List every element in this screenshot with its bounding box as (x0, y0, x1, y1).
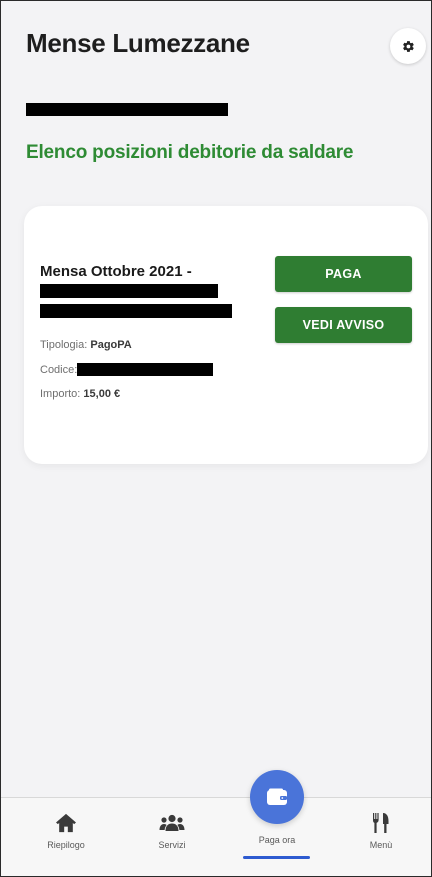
pay-now-fab[interactable] (250, 770, 304, 824)
redacted-user-name (26, 103, 228, 116)
bottom-navigation: Riepilogo Servizi Menù (0, 797, 432, 877)
view-notice-button[interactable]: VEDI AVVISO (275, 307, 412, 343)
payment-amount-label: Importo: (40, 388, 81, 400)
nav-item-riepilogo[interactable]: Riepilogo (12, 798, 120, 877)
payment-card: Mensa Ottobre 2021 - Tipologia: PagoPA C… (24, 206, 428, 464)
app-title: Mense Lumezzane (26, 28, 250, 58)
redacted-student-id (40, 304, 232, 318)
nav-label-paga-ora[interactable]: Paga ora (227, 835, 327, 845)
section-title: Elenco posizioni debitorie da saldare (26, 142, 354, 163)
home-icon (56, 813, 76, 833)
active-tab-indicator (243, 856, 310, 859)
payment-amount-value: 15,00 € (83, 388, 121, 400)
nav-item-servizi[interactable]: Servizi (118, 798, 226, 877)
payment-code: Codice: (40, 364, 77, 376)
payment-title: Mensa Ottobre 2021 - (40, 263, 192, 280)
users-icon (159, 814, 185, 831)
gear-icon (402, 40, 414, 52)
pay-button[interactable]: PAGA (275, 256, 412, 292)
payment-amount: Importo: 15,00 € (40, 388, 120, 400)
redacted-student-name (40, 284, 218, 298)
wallet-icon (267, 788, 287, 805)
nav-label-servizi: Servizi (158, 840, 186, 850)
utensils-icon (373, 813, 389, 833)
settings-button[interactable] (390, 28, 426, 64)
redacted-payment-code (77, 363, 213, 376)
nav-label-riepilogo: Riepilogo (47, 840, 85, 850)
payment-type-label: Tipologia: (40, 339, 88, 351)
header: Mense Lumezzane Elenco posizioni debitor… (0, 0, 432, 190)
payment-type: Tipologia: PagoPA (40, 339, 132, 351)
nav-item-menu[interactable]: Menù (327, 798, 432, 877)
payment-code-label: Codice: (40, 364, 78, 376)
payment-type-value: PagoPA (90, 339, 132, 351)
nav-label-menu: Menù (369, 840, 393, 850)
